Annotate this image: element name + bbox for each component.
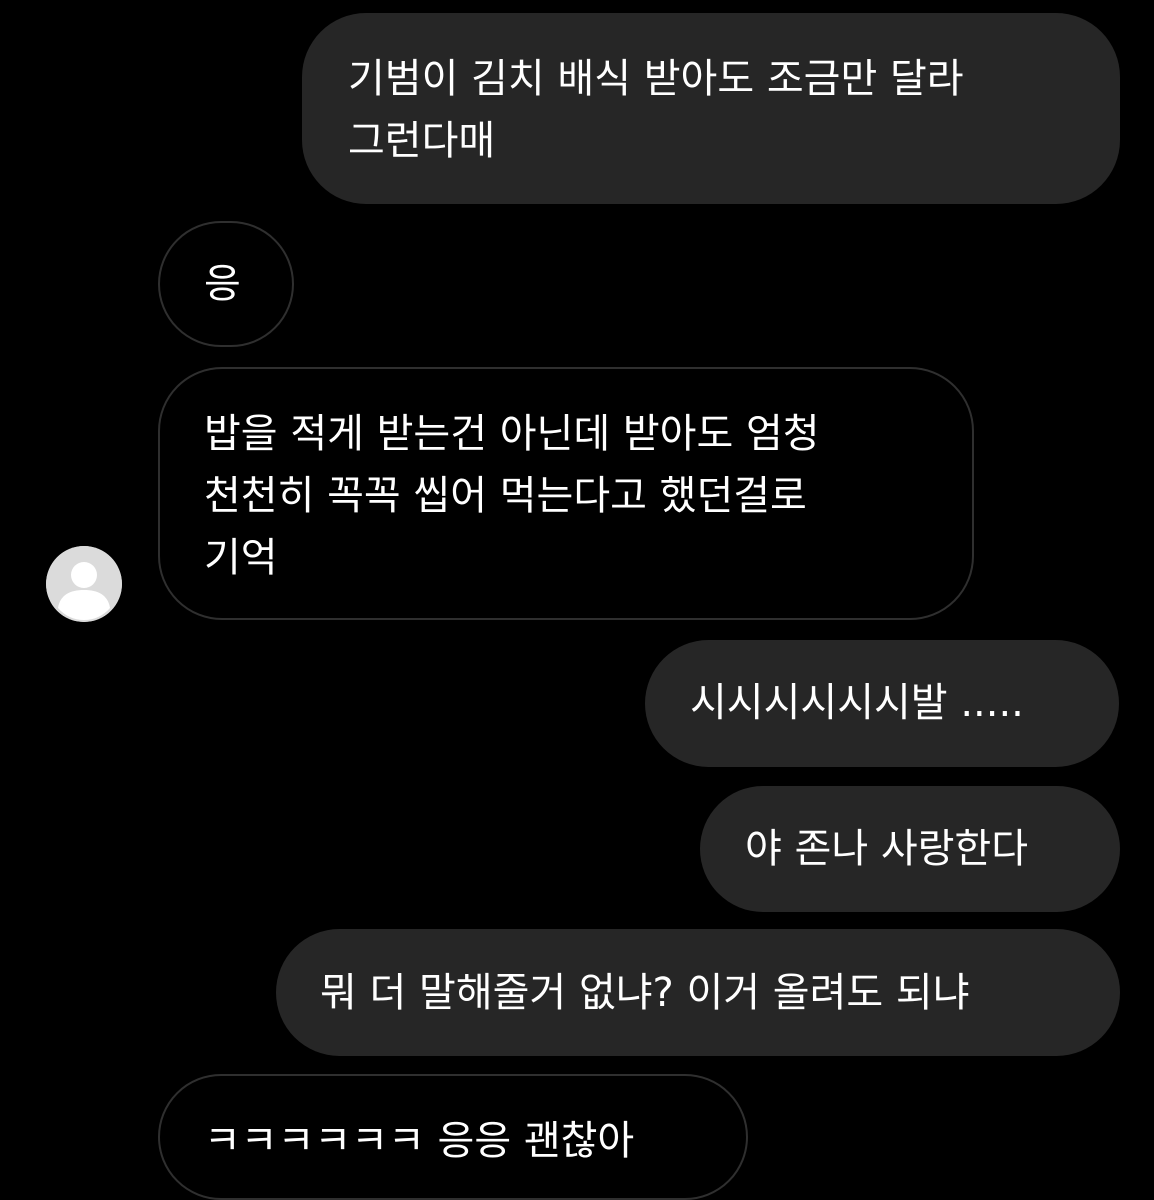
default-profile-icon [46,546,122,622]
message-bubble-received[interactable]: 밥을 적게 받는건 아닌데 받아도 엄청 천천히 꼭꼭 씹어 먹는다고 했던걸로… [158,367,974,620]
message-bubble-sent[interactable]: 기범이 김치 배식 받아도 조금만 달라 그런다매 [302,13,1120,204]
message-bubble-sent[interactable]: 뭐 더 말해줄거 없냐? 이거 올려도 되냐 [276,929,1120,1056]
message-bubble-received[interactable]: 응 [158,221,294,347]
sender-avatar[interactable] [46,546,122,622]
message-bubble-sent[interactable]: 야 존나 사랑한다 [700,786,1120,912]
message-bubble-received[interactable]: ㅋㅋㅋㅋㅋㅋ 응응 괜찮아 [158,1074,748,1200]
message-bubble-sent[interactable]: 시시시시시시발 ..... [645,640,1119,767]
